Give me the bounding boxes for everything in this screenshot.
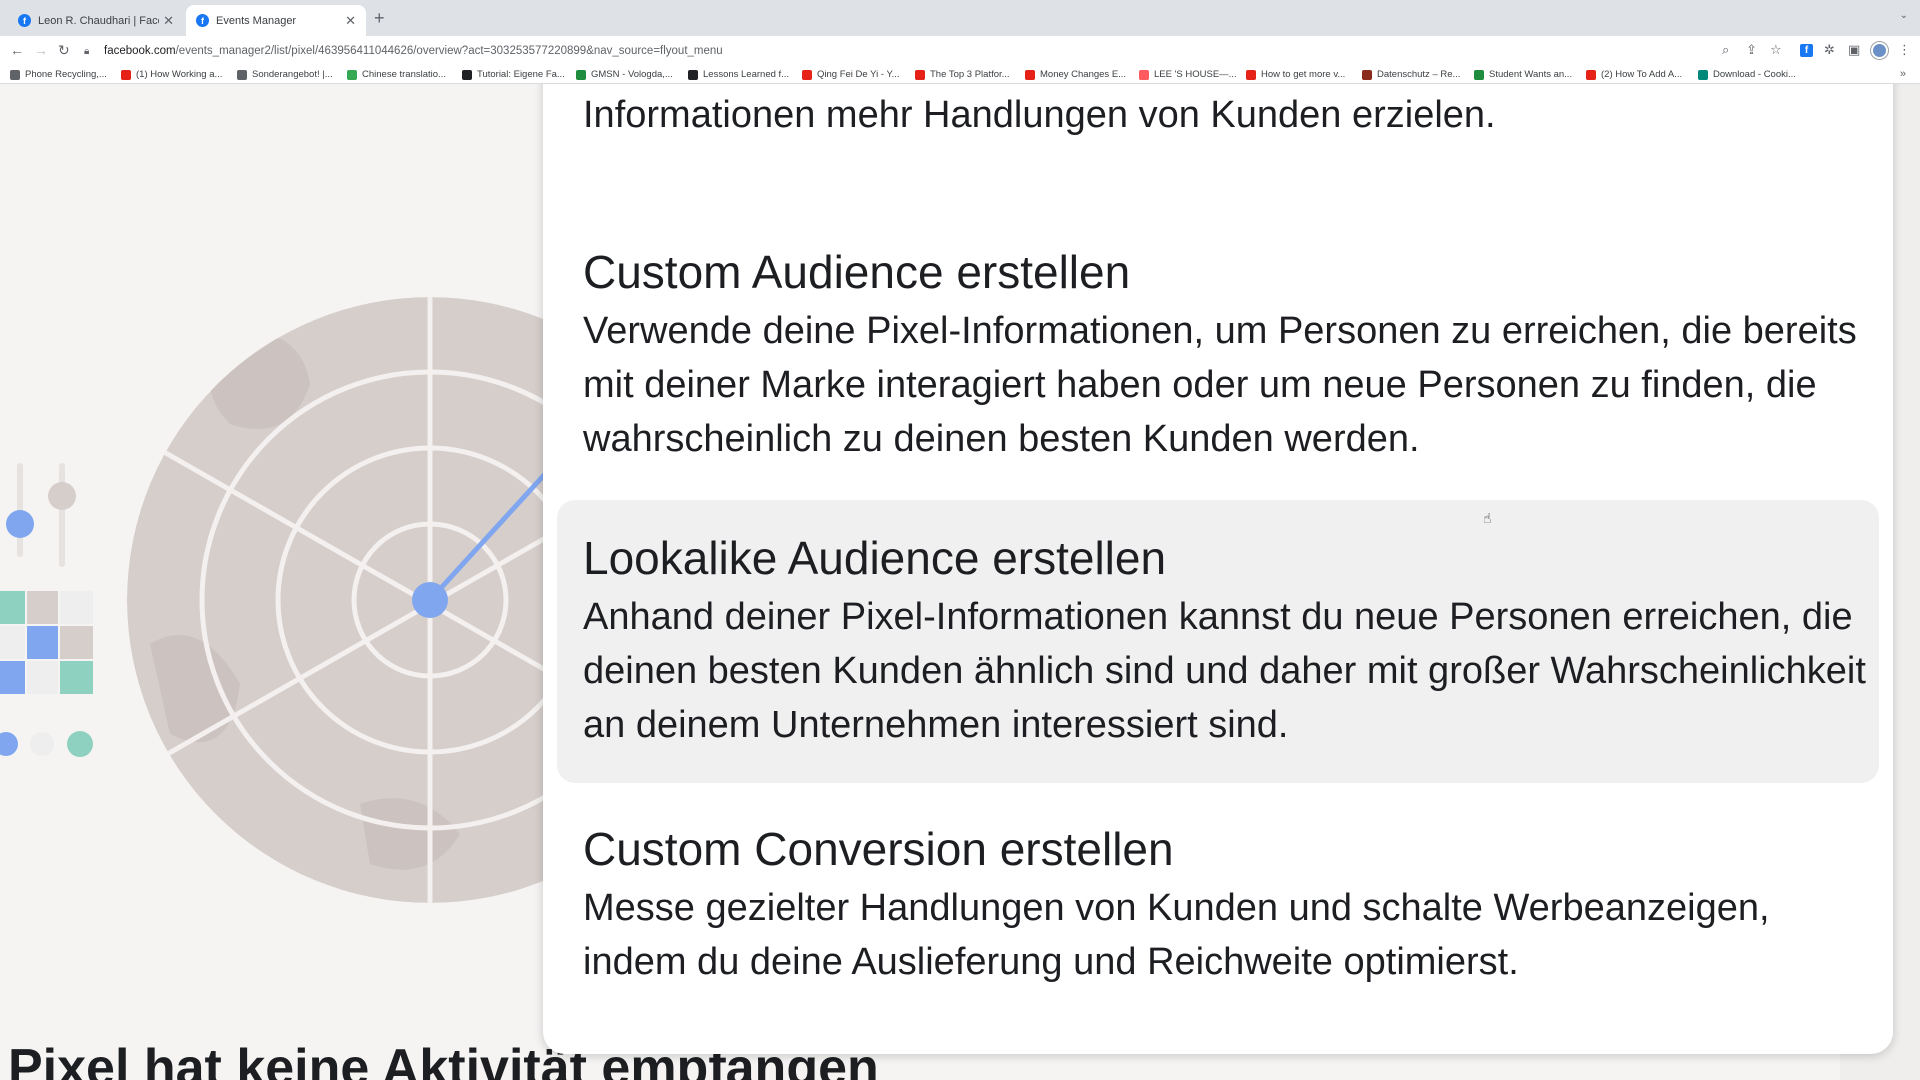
bookmark-icon [10,69,20,80]
bookmark-item[interactable]: (2) How To Add A... [1586,69,1682,80]
bookmark-icon [237,69,247,80]
bookmark-icon [121,69,131,80]
option-description: Verwende deine Pixel-Informationen, um P… [583,310,1857,460]
lock-icon: 🔒︎ [84,45,90,57]
pixel-actions-dialog: Informationen mehr Handlungen von Kunden… [543,84,1893,1054]
bookmark-item[interactable]: Tutorial: Eigene Fa... [462,69,565,80]
address-bar[interactable]: 🔒︎ facebook.com/events_manager2/list/pix… [84,39,1884,63]
option-lookalike-audience[interactable]: Lookalike Audience erstellen Anhand dein… [557,500,1879,783]
menu-dots-icon[interactable]: ⋮ [1898,42,1911,58]
back-icon[interactable]: ← [10,42,24,58]
bookmark-icon [576,69,586,80]
bookmark-icon [1246,69,1256,80]
more-bookmarks-icon[interactable]: » [1900,68,1906,80]
bookmark-label: Lessons Learned f... [703,69,790,80]
bookmark-icon [1698,69,1708,80]
puzzle-icon[interactable]: ✲ [1824,42,1835,58]
sidebar-icon[interactable]: ▣ [1848,42,1860,58]
bookmark-label: Qing Fei De Yi - Y... [817,69,900,80]
dialog-cut-text: Informationen mehr Handlungen von Kunden… [583,94,1496,136]
bookmark-icon [1362,69,1372,80]
star-icon[interactable]: ☆ [1770,42,1782,58]
bookmark-label: LEE 'S HOUSE—... [1154,69,1237,80]
facebook-icon: f [18,14,31,27]
bookmark-item[interactable]: LEE 'S HOUSE—... [1139,69,1237,80]
option-title: Custom Conversion erstellen [583,823,1174,875]
bookmark-label: Sonderangebot! |... [252,69,333,80]
bookmark-item[interactable]: (1) How Working a... [121,69,222,80]
bookmark-item[interactable]: Phone Recycling,... [10,69,107,80]
bookmark-label: Datenschutz – Re... [1377,69,1461,80]
chevron-down-icon[interactable]: ⌄ [1900,10,1908,21]
zoom-icon[interactable]: ⌕ [1722,42,1729,58]
bookmark-label: Phone Recycling,... [25,69,107,80]
browser-tab-bar: f Leon R. Chaudhari | Facebook ✕ f Event… [0,0,1920,36]
page-content: Pixel hat keine Aktivität empfangen Info… [0,84,1920,1080]
new-tab-icon[interactable]: + [374,8,385,29]
bookmark-item[interactable]: GMSN - Vologda,... [576,69,673,80]
bookmark-item[interactable]: Money Changes E... [1025,69,1126,80]
browser-toolbar: ← → ↻ 🔒︎ facebook.com/events_manager2/li… [0,36,1920,66]
option-custom-audience[interactable]: Custom Audience erstellen Verwende deine… [557,214,1879,486]
bookmark-icon [1139,69,1149,80]
profile-avatar[interactable] [1871,42,1888,59]
bookmark-label: (1) How Working a... [136,69,223,80]
bookmark-label: The Top 3 Platfor... [930,69,1010,80]
radar-illustration [0,297,560,903]
url-path: /events_manager2/list/pixel/463956411044… [175,45,723,57]
reload-icon[interactable]: ↻ [58,42,70,59]
bookmark-icon [347,69,357,80]
bookmark-item[interactable]: Student Wants an... [1474,69,1572,80]
option-title: Lookalike Audience erstellen [583,532,1167,584]
bookmark-item[interactable]: Datenschutz – Re... [1362,69,1460,80]
bookmark-item[interactable]: How to get more v... [1246,69,1345,80]
bookmark-icon [802,69,812,80]
option-title: Custom Audience erstellen [583,246,1131,298]
url-host: facebook.com [104,45,176,57]
option-custom-conversion[interactable]: Custom Conversion erstellen Messe geziel… [557,791,1879,1021]
bookmark-item[interactable]: Sonderangebot! |... [237,69,333,80]
bookmark-item[interactable]: Download - Cooki... [1698,69,1796,80]
bookmark-label: How to get more v... [1261,69,1346,80]
tab-facebook-profile[interactable]: f Leon R. Chaudhari | Facebook ✕ [8,5,184,36]
bookmark-item[interactable]: Lessons Learned f... [688,69,789,80]
bookmark-icon [462,69,472,80]
close-icon[interactable]: ✕ [163,13,174,29]
bookmark-label: GMSN - Vologda,... [591,69,673,80]
share-icon[interactable]: ⇪ [1746,42,1757,58]
bookmark-label: Money Changes E... [1040,69,1127,80]
option-description: Messe gezielter Handlungen von Kunden un… [583,887,1770,983]
facebook-extension-icon[interactable]: f [1800,44,1813,57]
bookmark-item[interactable]: Qing Fei De Yi - Y... [802,69,900,80]
tab-title: Leon R. Chaudhari | Facebook [38,14,159,27]
facebook-icon: f [196,14,209,27]
bookmark-label: Tutorial: Eigene Fa... [477,69,565,80]
bookmark-icon [1025,69,1035,80]
option-description: Anhand deiner Pixel-Informationen kannst… [583,596,1866,746]
bookmark-item[interactable]: The Top 3 Platfor... [915,69,1010,80]
close-icon[interactable]: ✕ [345,13,356,29]
bookmark-icon [688,69,698,80]
bookmark-icon [1586,69,1596,80]
bookmark-label: Chinese translatio... [362,69,446,80]
forward-icon[interactable]: → [34,42,48,58]
bookmark-item[interactable]: Chinese translatio... [347,69,446,80]
bookmark-label: Download - Cooki... [1713,69,1796,80]
tab-title: Events Manager [216,14,297,27]
bookmark-label: (2) How To Add A... [1601,69,1683,80]
hand-cursor-icon: ☝︎ [1483,510,1492,526]
bookmark-icon [915,69,925,80]
bookmark-icon [1474,69,1484,80]
bookmarks-bar: Phone Recycling,... (1) How Working a...… [0,66,1920,84]
tab-events-manager[interactable]: f Events Manager ✕ [186,5,366,36]
bookmark-label: Student Wants an... [1489,69,1573,80]
